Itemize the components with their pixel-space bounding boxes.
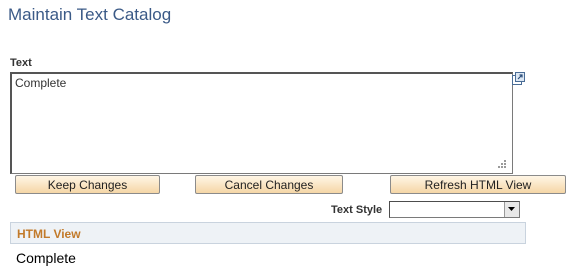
refresh-html-view-button[interactable]: Refresh HTML View — [390, 175, 566, 194]
chevron-down-icon — [508, 207, 515, 211]
text-style-select[interactable] — [389, 201, 520, 218]
text-input[interactable] — [10, 72, 513, 174]
text-style-label: Text Style — [331, 204, 383, 216]
expand-popup-icon[interactable] — [511, 72, 525, 86]
page: Maintain Text Catalog Text Keep Changes … — [0, 0, 576, 272]
html-view-title: HTML View — [17, 227, 81, 241]
resize-grip-icon[interactable] — [497, 159, 507, 169]
html-view-content: Complete — [16, 250, 76, 266]
text-field-label: Text — [10, 57, 32, 69]
keep-changes-button[interactable]: Keep Changes — [15, 175, 160, 194]
dropdown-button[interactable] — [504, 202, 519, 217]
cancel-changes-button[interactable]: Cancel Changes — [195, 175, 343, 194]
html-view-header: HTML View — [10, 222, 526, 244]
page-title: Maintain Text Catalog — [8, 5, 172, 24]
